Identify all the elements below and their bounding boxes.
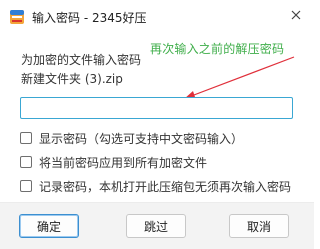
ok-button[interactable]: 确定 (19, 214, 79, 238)
archive-filename: 新建文件夹 (3).zip (21, 72, 123, 86)
close-button[interactable] (284, 4, 308, 28)
remember-password-checkbox[interactable] (20, 180, 32, 192)
show-password-checkbox[interactable] (20, 132, 32, 144)
skip-button[interactable]: 跳过 (126, 214, 186, 238)
show-password-option[interactable]: 显示密码（勾选可支持中文密码输入） (20, 130, 243, 146)
haozip-app-icon (9, 9, 25, 25)
password-input[interactable] (20, 97, 293, 119)
window-title: 输入密码 - 2345好压 (32, 11, 147, 25)
password-dialog: 输入密码 - 2345好压 为加密的文件输入密码 新建文件夹 (3).zip 再… (0, 0, 314, 249)
cancel-button[interactable]: 取消 (229, 214, 289, 238)
password-prompt: 为加密的文件输入密码 (21, 53, 142, 67)
close-icon (291, 9, 301, 23)
remember-password-option[interactable]: 记录密码，本机打开此压缩包无须再次输入密码 (20, 178, 291, 194)
show-password-label: 显示密码（勾选可支持中文密码输入） (39, 131, 244, 146)
title-bar: 输入密码 - 2345好压 (0, 0, 314, 34)
apply-to-all-option[interactable]: 将当前密码应用到所有加密文件 (20, 154, 207, 170)
apply-to-all-checkbox[interactable] (20, 156, 32, 168)
remember-password-label: 记录密码，本机打开此压缩包无须再次输入密码 (39, 179, 292, 194)
button-bar: 确定 跳过 取消 (0, 202, 314, 249)
apply-to-all-label: 将当前密码应用到所有加密文件 (39, 155, 208, 170)
